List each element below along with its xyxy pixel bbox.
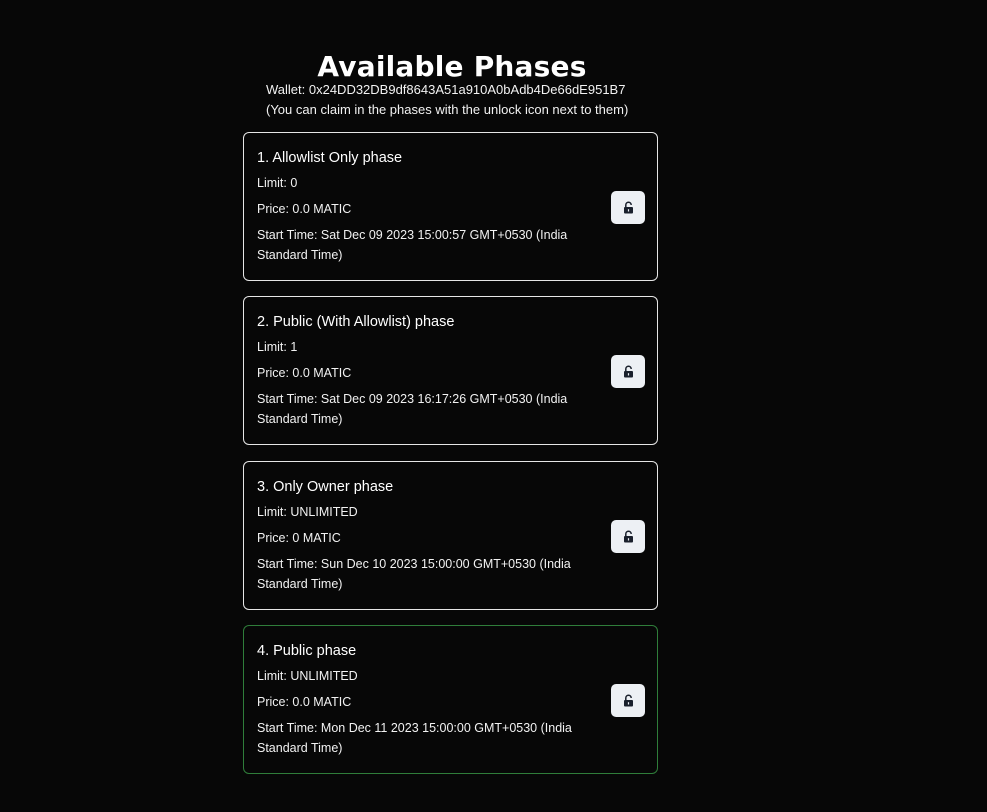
unlock-icon [623, 365, 633, 378]
phase-info: 2. Public (With Allowlist) phase Limit: … [257, 311, 597, 429]
phase-start-time: Start Time: Sun Dec 10 2023 15:00:00 GMT… [257, 557, 571, 591]
phase-limit: Limit: 0 [257, 176, 298, 190]
claim-unlock-button[interactable] [611, 684, 645, 717]
claim-unlock-button[interactable] [611, 191, 645, 224]
unlock-icon [623, 201, 633, 214]
phase-info: 4. Public phase Limit: UNLIMITED Price: … [257, 640, 597, 758]
wallet-info: Wallet: 0x24DD32DB9df8643A51a910A0bAdb4D… [266, 80, 628, 120]
phase-price: Price: 0.0 MATIC [257, 695, 352, 709]
phase-card-4: 4. Public phase Limit: UNLIMITED Price: … [243, 625, 658, 774]
phase-name: 4. Public phase [257, 643, 357, 659]
claim-hint: (You can claim in the phases with the un… [266, 102, 629, 117]
phase-name: 3. Only Owner phase [257, 479, 394, 495]
wallet-address: Wallet: 0x24DD32DB9df8643A51a910A0bAdb4D… [266, 82, 626, 97]
phase-name: 2. Public (With Allowlist) phase [257, 314, 455, 330]
phase-info: 1. Allowlist Only phase Limit: 0 Price: … [257, 147, 597, 265]
phase-limit: Limit: UNLIMITED [257, 505, 358, 519]
phase-start-time: Start Time: Sat Dec 09 2023 16:17:26 GMT… [257, 392, 568, 426]
phase-start-time: Start Time: Sat Dec 09 2023 15:00:57 GMT… [257, 228, 568, 262]
phase-price: Price: 0.0 MATIC [257, 202, 352, 216]
phase-info: 3. Only Owner phase Limit: UNLIMITED Pri… [257, 476, 597, 594]
claim-unlock-button[interactable] [611, 520, 645, 553]
unlock-icon [623, 694, 633, 707]
claim-unlock-button[interactable] [611, 355, 645, 388]
phase-card-1: 1. Allowlist Only phase Limit: 0 Price: … [243, 132, 658, 281]
phase-card-3: 3. Only Owner phase Limit: UNLIMITED Pri… [243, 461, 658, 610]
unlock-icon [623, 530, 633, 543]
phase-limit: Limit: UNLIMITED [257, 669, 358, 683]
phase-name: 1. Allowlist Only phase [257, 150, 403, 166]
phase-price: Price: 0 MATIC [257, 531, 341, 545]
phase-limit: Limit: 1 [257, 340, 298, 354]
phase-price: Price: 0.0 MATIC [257, 366, 352, 380]
phase-start-time: Start Time: Mon Dec 11 2023 15:00:00 GMT… [257, 721, 572, 755]
phase-card-2: 2. Public (With Allowlist) phase Limit: … [243, 296, 658, 445]
